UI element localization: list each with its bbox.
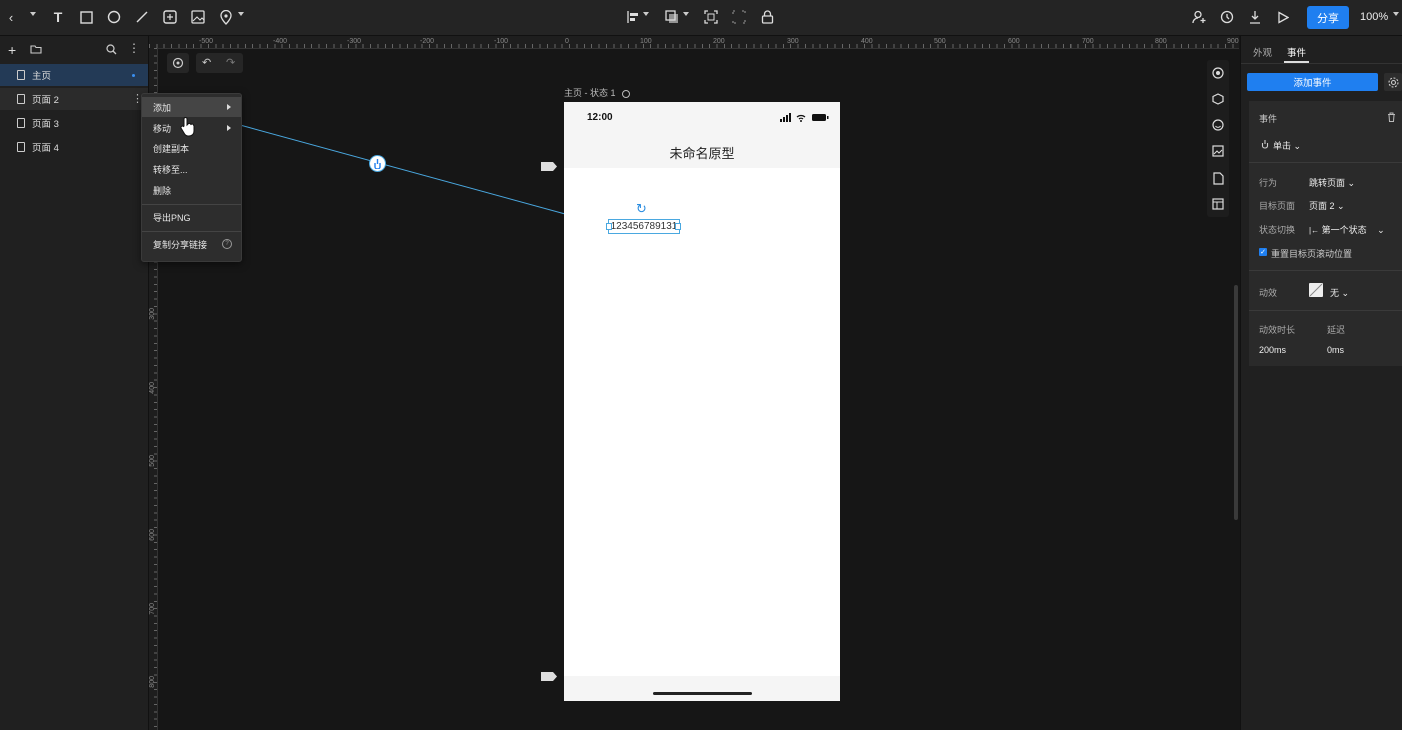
duration-label: 动效时长 xyxy=(1259,325,1296,335)
state-switch-label: 状态切换 xyxy=(1259,225,1296,235)
menu-item-label: 添加 xyxy=(153,102,172,113)
card-divider xyxy=(1249,162,1402,163)
home-indicator xyxy=(653,692,752,695)
animation-label: 动效 xyxy=(1259,288,1278,298)
state-switch-value: 第一个状态 xyxy=(1321,225,1367,235)
phone-frame[interactable]: 12:00 未命名原型 ↻ 123456789131 xyxy=(564,102,840,701)
phone-time: 12:00 xyxy=(587,112,613,123)
card-divider xyxy=(1249,310,1402,311)
action-select[interactable]: 跳转页面 ⌄ xyxy=(1309,176,1355,189)
delay-label: 延迟 xyxy=(1327,325,1346,335)
card-divider xyxy=(1249,270,1402,271)
menu-item-label: 转移至... xyxy=(153,164,188,175)
resize-handle-right[interactable] xyxy=(675,223,681,230)
gear-icon xyxy=(1387,76,1399,88)
emoji-icon[interactable] xyxy=(1211,118,1225,132)
duration-input[interactable]: 200ms xyxy=(1259,345,1286,355)
event-settings-button[interactable] xyxy=(1384,73,1402,91)
submenu-arrow-icon xyxy=(227,125,231,131)
status-icons xyxy=(780,113,829,122)
target-icon[interactable] xyxy=(1211,66,1225,80)
image-library-icon[interactable] xyxy=(1211,144,1225,158)
state-switch-select[interactable]: |← 第一个状态 ⌄ xyxy=(1309,223,1385,236)
tab-appearance[interactable]: 外观 xyxy=(1253,45,1272,59)
event-card: 事件 单击 ⌄ 行为 跳转页面 ⌄ 目标页面 页面 2 ⌄ 状态切换 |← 第一… xyxy=(1249,101,1402,366)
animation-none-swatch[interactable] xyxy=(1309,283,1323,297)
phone-status-bar: 12:00 xyxy=(564,102,840,134)
event-section-label: 事件 xyxy=(1259,114,1278,124)
menu-item-label: 移动 xyxy=(153,123,172,134)
layout-icon[interactable] xyxy=(1211,197,1225,211)
delay-input[interactable]: 0ms xyxy=(1327,345,1344,355)
menu-divider xyxy=(142,204,241,205)
phone-title: 未命名原型 xyxy=(669,146,735,161)
reset-scroll-label: 重置目标页滚动位置 xyxy=(1271,249,1353,259)
frame-settings-icon[interactable] xyxy=(622,89,631,98)
tab-divider xyxy=(1241,63,1402,64)
menu-divider xyxy=(142,231,241,232)
menu-item-duplicate[interactable]: 创建副本 xyxy=(142,138,241,158)
canvas-side-tools xyxy=(1207,60,1229,217)
menu-item-transfer[interactable]: 转移至... xyxy=(142,159,241,179)
menu-item-label: 创建副本 xyxy=(153,143,190,154)
frame-label-text: 主页 - 状态 1 xyxy=(564,88,616,98)
menu-item-add[interactable]: 添加 xyxy=(142,97,241,117)
reset-scroll-checkbox[interactable]: ✓ xyxy=(1259,248,1267,256)
rotate-handle-icon[interactable]: ↻ xyxy=(636,201,647,217)
menu-item-label: 删除 xyxy=(153,185,172,196)
animation-value: 无 xyxy=(1330,288,1340,298)
trigger-select[interactable]: 单击 ⌄ xyxy=(1273,139,1301,152)
target-page-label: 目标页面 xyxy=(1259,201,1296,211)
trigger-value: 单击 xyxy=(1273,141,1292,151)
target-page-select[interactable]: 页面 2 ⌄ xyxy=(1309,199,1345,212)
menu-item-copy-share-link[interactable]: 复制分享链接 ? xyxy=(142,234,241,254)
tab-events[interactable]: 事件 xyxy=(1287,45,1306,59)
properties-panel: 外观 事件 添加事件 事件 单击 ⌄ 行为 跳转页面 ⌄ 目标页面 页面 2 ⌄… xyxy=(1240,36,1402,730)
phone-nav-bar: 未命名原型 xyxy=(564,134,840,168)
animation-select[interactable]: 无 ⌄ xyxy=(1330,286,1349,299)
delete-event-icon[interactable] xyxy=(1387,112,1396,125)
hand-cursor-icon xyxy=(180,117,195,137)
state-start-icon: |← xyxy=(1309,226,1320,235)
menu-item-label: 导出PNG xyxy=(153,212,191,223)
selected-text-element[interactable]: 123456789131 xyxy=(608,219,680,234)
phone-home-area xyxy=(564,676,840,701)
component-icon[interactable] xyxy=(1211,92,1225,106)
click-trigger-icon xyxy=(1261,139,1269,152)
frame-label[interactable]: 主页 - 状态 1 xyxy=(564,86,631,99)
help-icon[interactable]: ? xyxy=(222,239,232,249)
menu-item-label: 复制分享链接 xyxy=(153,239,208,250)
click-trigger-icon[interactable] xyxy=(369,155,386,172)
action-label: 行为 xyxy=(1259,178,1278,188)
add-event-button[interactable]: 添加事件 xyxy=(1247,73,1378,91)
canvas-scrollbar[interactable] xyxy=(1234,285,1238,520)
resize-handle-left[interactable] xyxy=(606,223,612,230)
action-value: 跳转页面 xyxy=(1309,178,1346,188)
document-icon[interactable] xyxy=(1211,171,1225,185)
menu-item-delete[interactable]: 删除 xyxy=(142,180,241,200)
menu-item-export-png[interactable]: 导出PNG xyxy=(142,207,241,227)
target-page-value: 页面 2 xyxy=(1309,201,1335,211)
submenu-arrow-icon xyxy=(227,104,231,110)
chevron-down-icon: ⌄ xyxy=(1377,225,1385,235)
